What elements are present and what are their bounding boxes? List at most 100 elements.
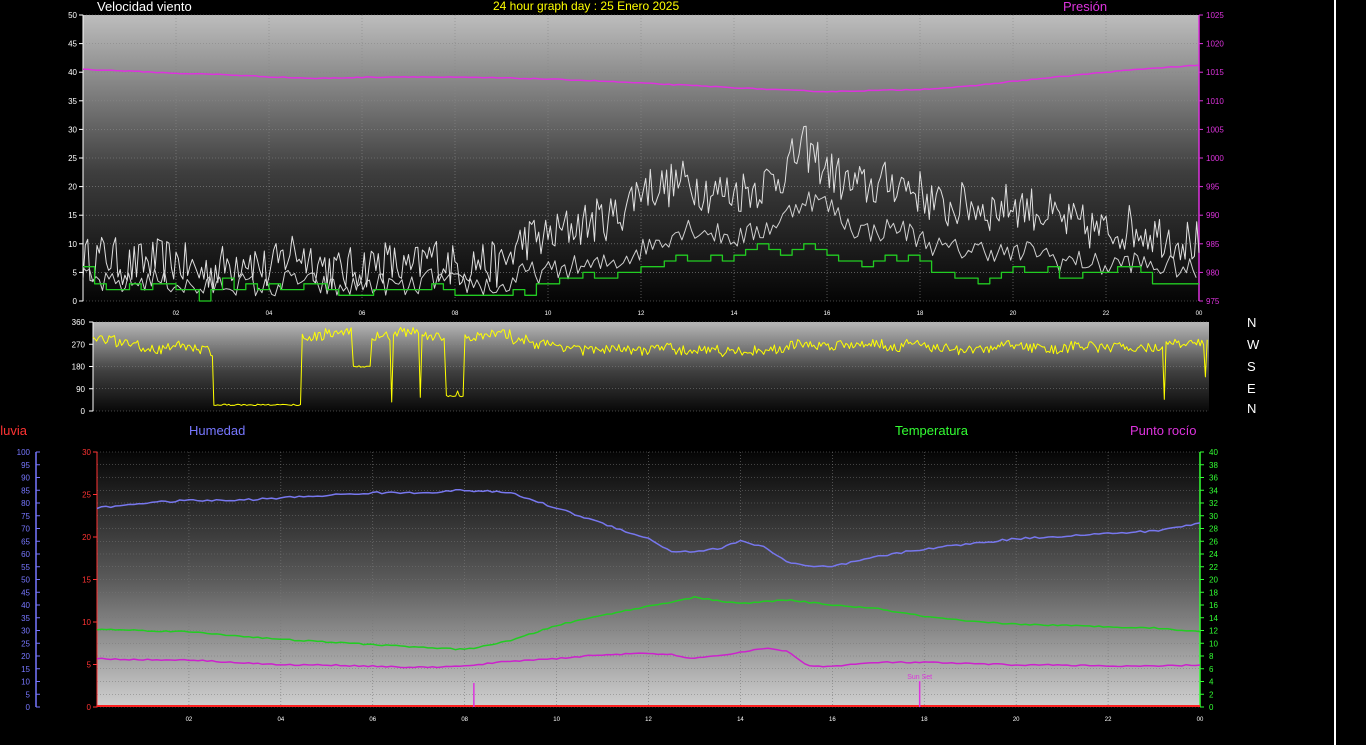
- pressure-axis-tick: 980: [1206, 268, 1220, 277]
- humidity-axis-tick: 95: [21, 461, 30, 470]
- dewpoint-title: Punto rocío: [1130, 423, 1197, 438]
- climate-x-tick: 00: [1197, 717, 1204, 723]
- pressure-axis-tick: 1000: [1206, 154, 1224, 163]
- direction-axis-tick: 360: [72, 318, 86, 327]
- temp-axis-tick: 34: [1209, 486, 1218, 495]
- direction-axis-tick: 0: [81, 407, 86, 416]
- wind-axis-tick: 5: [73, 268, 78, 277]
- pressure-axis-tick: 1015: [1206, 68, 1224, 77]
- right-border-line: [1334, 0, 1336, 745]
- humidity-axis-tick: 55: [21, 563, 30, 572]
- compass-w: W: [1247, 337, 1260, 352]
- wind-x-tick: 20: [1010, 311, 1017, 317]
- humidity-axis-tick: 45: [21, 588, 30, 597]
- climate-x-tick: 22: [1105, 717, 1112, 723]
- direction-axis-tick: 270: [72, 340, 86, 349]
- temp-axis-tick: 40: [1209, 448, 1218, 457]
- temp-axis-tick: 6: [1209, 665, 1214, 674]
- climate-x-tick: 10: [553, 717, 560, 723]
- climate-x-tick: 16: [829, 717, 836, 723]
- temp-axis-tick: 24: [1209, 550, 1218, 559]
- compass-e: E: [1247, 381, 1256, 396]
- pressure-axis-tick: 1010: [1206, 97, 1224, 106]
- humidity-title: Humedad: [189, 423, 246, 438]
- wind-axis-tick: 25: [68, 154, 77, 163]
- climate-x-tick: 08: [461, 717, 468, 723]
- temp-axis-tick: 28: [1209, 525, 1218, 534]
- temp-axis-tick: 20: [1209, 576, 1218, 585]
- pressure-axis-tick: 985: [1206, 240, 1220, 249]
- climate-x-tick: 04: [277, 717, 284, 723]
- climate-x-tick: 06: [369, 717, 376, 723]
- humidity-axis-tick: 30: [21, 627, 30, 636]
- temp-axis-tick: 0: [1209, 703, 1214, 712]
- humidity-axis-tick: 75: [21, 512, 30, 521]
- wind-x-tick: 22: [1103, 311, 1110, 317]
- wind-x-tick: 08: [452, 311, 459, 317]
- humidity-axis-tick: 60: [21, 550, 30, 559]
- graph-day-title: 24 hour graph day : 25 Enero 2025: [493, 0, 680, 13]
- temp-axis-tick: 12: [1209, 627, 1218, 636]
- humidity-axis-tick: 25: [21, 639, 30, 648]
- rain-axis-tick: 20: [82, 533, 91, 542]
- wind-x-tick: 18: [917, 311, 924, 317]
- humidity-axis-tick: 50: [21, 576, 30, 585]
- weather-graph-stage: 0 5 10 15 20 25 30 35 40 45 50 975 980 985 990 995 1000 1…: [0, 0, 1366, 745]
- wind-axis-tick: 45: [68, 40, 77, 49]
- humidity-axis-tick: 65: [21, 537, 30, 546]
- pressure-axis-tick: 975: [1206, 297, 1220, 306]
- humidity-axis-tick: 90: [21, 474, 30, 483]
- pressure-axis-tick: 1005: [1206, 125, 1224, 134]
- wind-speed-title: Velocidad viento: [97, 0, 192, 14]
- rain-axis-tick: 30: [82, 448, 91, 457]
- temp-axis-tick: 16: [1209, 601, 1218, 610]
- humidity-axis-tick: 40: [21, 601, 30, 610]
- pressure-axis-tick: 995: [1206, 183, 1220, 192]
- wind-x-tick: 12: [638, 311, 645, 317]
- humidity-axis-tick: 80: [21, 499, 30, 508]
- wind-axis-tick: 15: [68, 211, 77, 220]
- wind-axis-tick: 20: [68, 183, 77, 192]
- temp-axis-tick: 32: [1209, 499, 1218, 508]
- temp-axis-tick: 10: [1209, 639, 1218, 648]
- temp-axis-tick: 22: [1209, 563, 1218, 572]
- rain-axis-tick: 0: [87, 703, 92, 712]
- wind-axis-tick: 50: [68, 11, 77, 20]
- compass-s: S: [1247, 359, 1256, 374]
- pressure-axis-tick: 990: [1206, 211, 1220, 220]
- climate-x-tick: 18: [921, 717, 928, 723]
- pressure-axis-tick: 1020: [1206, 40, 1224, 49]
- wind-axis-tick: 40: [68, 68, 77, 77]
- climate-x-tick: 20: [1013, 717, 1020, 723]
- rain-axis-tick: 15: [82, 576, 91, 585]
- rain-axis-tick: 10: [82, 618, 91, 627]
- rain-axis-tick: 5: [87, 661, 92, 670]
- humidity-axis-tick: 100: [17, 448, 31, 457]
- compass-n-top: N: [1247, 315, 1257, 330]
- climate-x-tick: 12: [645, 717, 652, 723]
- climate-x-tick: 02: [186, 717, 193, 723]
- temp-axis-tick: 4: [1209, 678, 1214, 687]
- rain-axis-tick: 25: [82, 491, 91, 500]
- wind-x-tick: 14: [731, 311, 738, 317]
- humidity-axis-tick: 10: [21, 678, 30, 687]
- humidity-axis-tick: 70: [21, 525, 30, 534]
- rain-title: Lluvia: [0, 423, 27, 438]
- humidity-axis-tick: 15: [21, 665, 30, 674]
- humidity-axis-tick: 0: [26, 703, 31, 712]
- temp-axis-tick: 36: [1209, 474, 1218, 483]
- temperature-title: Temperatura: [895, 423, 968, 438]
- pressure-title: Presión: [1063, 0, 1108, 14]
- wind-x-tick: 06: [359, 311, 366, 317]
- temp-axis-tick: 30: [1209, 512, 1218, 521]
- direction-axis-tick: 90: [76, 385, 85, 394]
- weather-charts: 0510152025303540455097598098599099510001…: [17, 11, 1225, 723]
- wind-axis-tick: 0: [73, 297, 78, 306]
- wind-axis-tick: 10: [68, 240, 77, 249]
- wind-x-tick: 04: [266, 311, 273, 317]
- wind-x-tick: 00: [1196, 311, 1203, 317]
- temp-axis-tick: 8: [1209, 652, 1214, 661]
- temp-axis-tick: 38: [1209, 461, 1218, 470]
- direction-axis-tick: 180: [72, 363, 86, 372]
- humidity-axis-tick: 85: [21, 486, 30, 495]
